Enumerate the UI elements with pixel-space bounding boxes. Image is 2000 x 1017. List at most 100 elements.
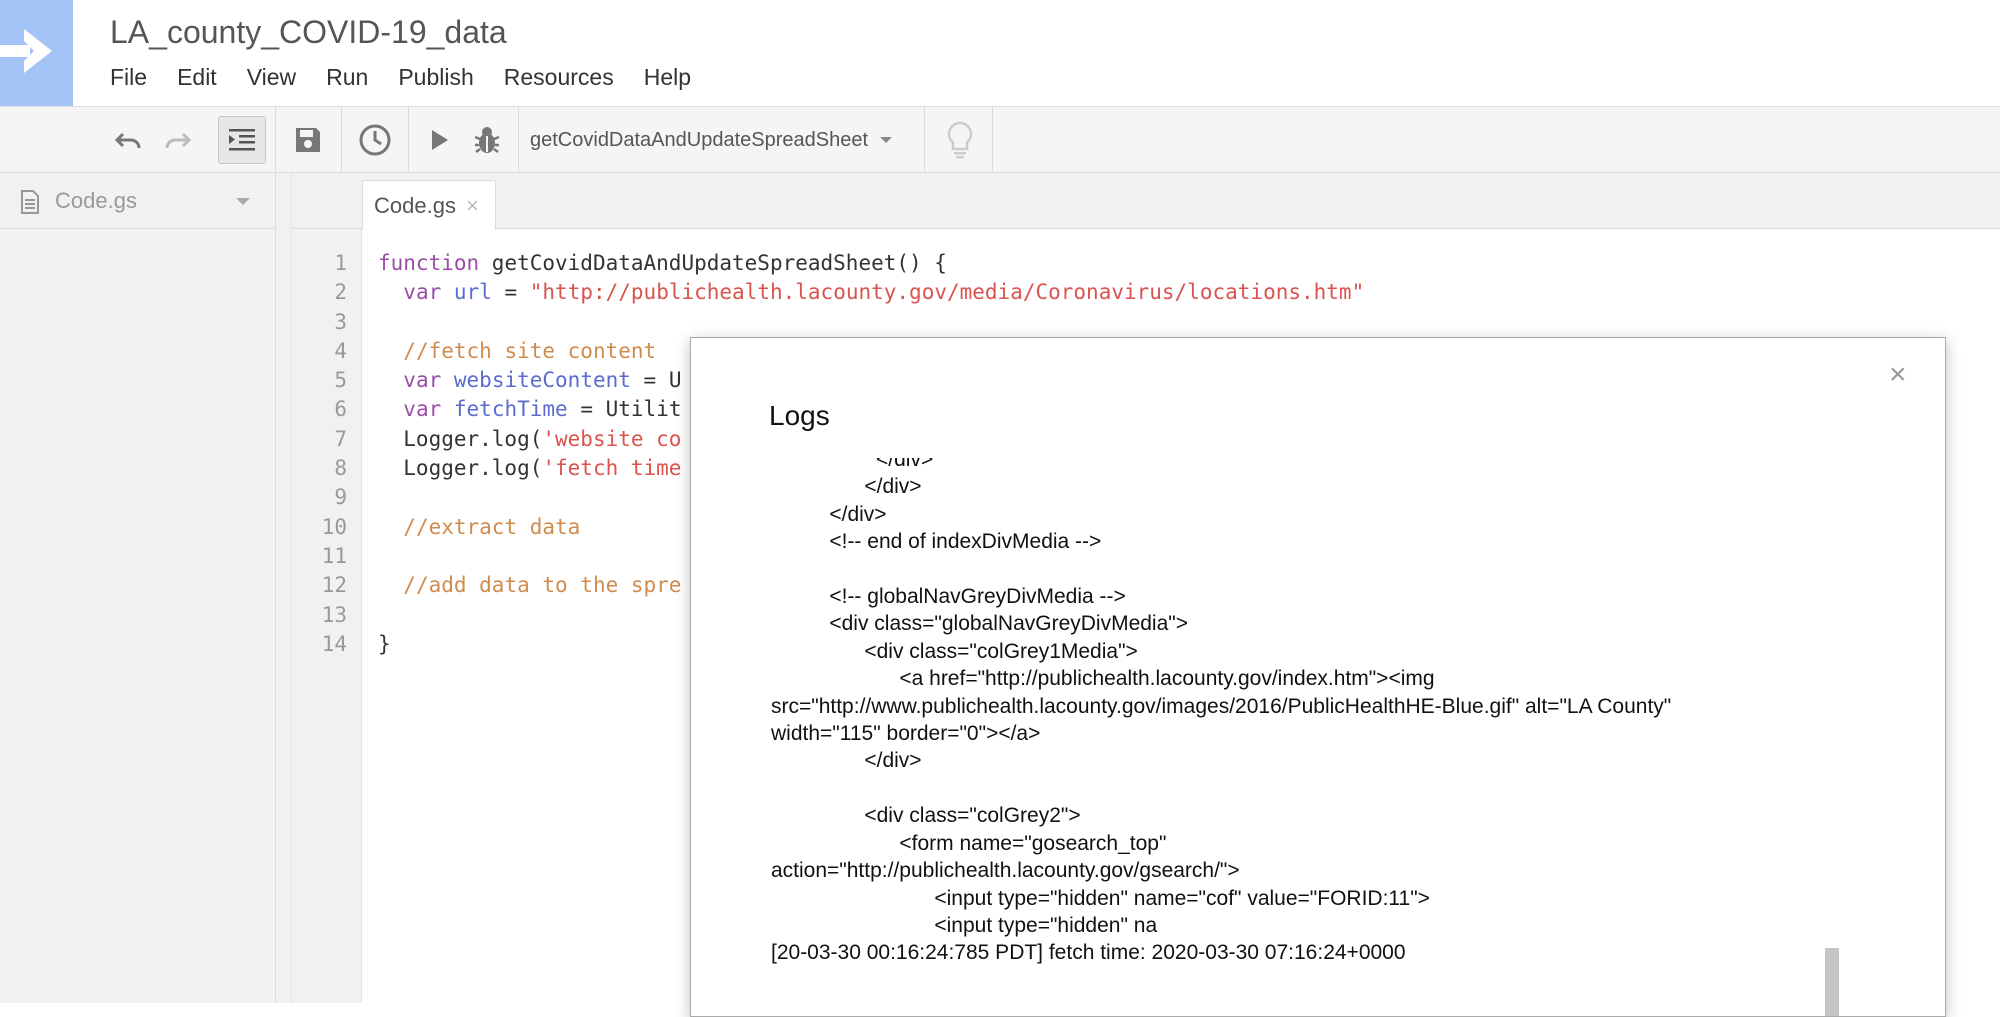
chevron-down-icon[interactable] xyxy=(236,198,250,205)
indent-icon xyxy=(229,129,255,151)
log-content[interactable]: </div> </div> </div> <!-- end of indexDi… xyxy=(771,458,1871,1006)
format-button[interactable] xyxy=(218,116,266,164)
code-token: Logger.log( xyxy=(378,426,543,451)
menu-run[interactable]: Run xyxy=(326,64,368,91)
code-token: var xyxy=(403,368,442,393)
undo-icon xyxy=(114,132,141,149)
menu-file[interactable]: File xyxy=(110,64,147,91)
line-number: 5 xyxy=(334,368,347,393)
code-token: //add data to the spre xyxy=(403,573,682,598)
app-logo[interactable] xyxy=(0,0,73,106)
function-select[interactable]: getCovidDataAndUpdateSpreadSheet xyxy=(530,115,893,165)
line-number: 14 xyxy=(321,631,347,656)
arrow-right-icon xyxy=(0,29,52,73)
dialog-title: Logs xyxy=(769,400,830,431)
chevron-down-icon xyxy=(880,137,893,143)
project-title[interactable]: LA_county_COVID-19_data xyxy=(110,14,507,51)
save-icon xyxy=(296,128,320,152)
code-line: var url = "http://publichealth.lacounty.… xyxy=(378,278,1364,307)
code-token: //extract data xyxy=(403,514,581,539)
tab-code-gs[interactable]: Code.gs × xyxy=(362,180,496,230)
code-token: getCovidDataAndUpdateSpreadSheet() { xyxy=(479,251,947,275)
run-button[interactable] xyxy=(425,115,455,165)
log-line: <div class="colGrey1Media"> xyxy=(771,639,1138,663)
triggers-button[interactable] xyxy=(355,115,395,165)
line-number: 3 xyxy=(334,309,347,334)
log-line: src="http://www.publichealth.lacounty.go… xyxy=(771,694,1672,718)
menu-edit[interactable]: Edit xyxy=(177,64,217,91)
log-line: </div> xyxy=(771,749,922,773)
line-number: 2 xyxy=(334,280,347,305)
code-line xyxy=(378,308,1364,337)
toolbar-separator xyxy=(275,107,276,173)
menu-bar: File Edit View Run Publish Resources Hel… xyxy=(110,64,721,91)
log-line: <input type="hidden" na xyxy=(771,913,1158,937)
sidebar-file-label: Code.gs xyxy=(55,187,137,213)
tab-label: Code.gs xyxy=(374,192,456,218)
line-number: 1 xyxy=(334,251,347,275)
log-line: <a href="http://publichealth.lacounty.go… xyxy=(771,667,1435,691)
clock-icon xyxy=(359,124,391,156)
close-icon[interactable]: × xyxy=(1889,358,1907,392)
header: LA_county_COVID-19_data File Edit View R… xyxy=(0,0,2000,107)
line-number: 4 xyxy=(334,338,347,363)
code-token: fetchTime xyxy=(453,397,568,422)
line-number: 12 xyxy=(321,573,347,598)
log-line: action="http://publichealth.lacounty.gov… xyxy=(771,859,1240,883)
scrollbar-thumb[interactable] xyxy=(1825,948,1839,1016)
log-lines: </div> </div> </div> <!-- end of indexDi… xyxy=(771,458,1871,967)
log-line: </div> xyxy=(771,502,887,526)
function-select-label: getCovidDataAndUpdateSpreadSheet xyxy=(530,128,869,151)
undo-button[interactable] xyxy=(110,115,146,165)
log-line: <input type="hidden" name="cof" value="F… xyxy=(771,886,1430,910)
menu-help[interactable]: Help xyxy=(644,64,691,91)
logs-dialog: × Logs </div> </div> </div> <!-- end of … xyxy=(690,337,1946,1017)
line-number: 10 xyxy=(321,514,347,539)
code-token: url xyxy=(453,280,492,305)
code-token: var xyxy=(403,397,442,422)
redo-icon xyxy=(165,132,192,149)
lightbulb-button[interactable] xyxy=(940,115,980,165)
code-token: function xyxy=(378,251,480,275)
code-token: websiteContent xyxy=(453,368,631,393)
bug-icon xyxy=(474,127,500,153)
menu-resources[interactable]: Resources xyxy=(504,64,614,91)
sidebar-splitter[interactable] xyxy=(276,173,292,1003)
code-token: Logger.log( xyxy=(378,456,543,481)
redo-button[interactable] xyxy=(160,115,196,165)
save-button[interactable] xyxy=(290,115,326,165)
lightbulb-icon xyxy=(947,121,973,159)
code-token: = U xyxy=(630,368,682,393)
sidebar-file-item[interactable]: Code.gs xyxy=(0,173,276,229)
toolbar-separator xyxy=(341,107,342,173)
log-line: <!-- globalNavGreyDivMedia --> xyxy=(771,585,1126,609)
code-token: = Utilit xyxy=(567,397,682,422)
log-line: </div> xyxy=(771,475,922,499)
code-line: function getCovidDataAndUpdateSpreadShee… xyxy=(378,249,1364,278)
line-number: 13 xyxy=(321,602,347,627)
code-token: //fetch site content xyxy=(403,338,657,363)
line-number: 8 xyxy=(334,456,347,481)
debug-button[interactable] xyxy=(470,115,504,165)
menu-publish[interactable]: Publish xyxy=(398,64,473,91)
log-line: <div class="globalNavGreyDivMedia"> xyxy=(771,612,1188,636)
menu-view[interactable]: View xyxy=(247,64,296,91)
close-icon[interactable]: × xyxy=(466,193,479,219)
log-line: [20-03-30 00:16:24:785 PDT] fetch time: … xyxy=(771,941,1406,965)
log-line: <!-- end of indexDivMedia --> xyxy=(771,530,1102,554)
toolbar-separator xyxy=(992,107,993,173)
